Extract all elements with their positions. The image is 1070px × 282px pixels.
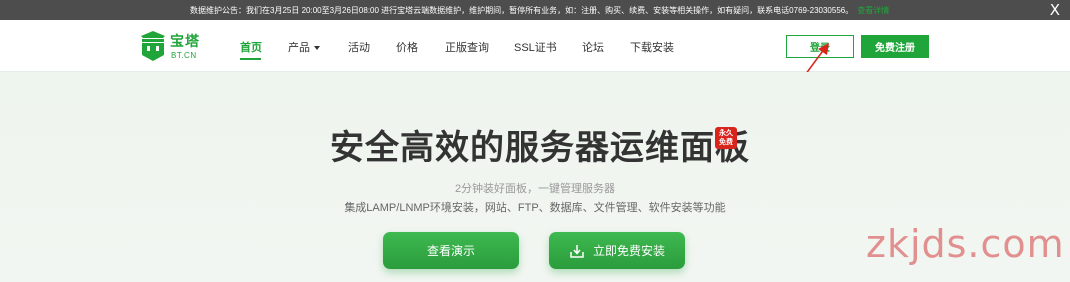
site-watermark: zkjds.com xyxy=(866,222,1065,266)
menu-item-products-label: 产品 xyxy=(288,42,310,54)
download-icon xyxy=(570,244,584,258)
free-forever-badge: 永久 免费 xyxy=(715,127,737,149)
maintenance-notice-bar: 数据维护公告：我们在3月25日 20:00至3月26日08:00 进行宝塔云端数… xyxy=(0,0,1070,20)
logo-name: 宝塔 xyxy=(170,33,200,49)
menu-item-ssl[interactable]: SSL证书 xyxy=(514,39,557,55)
active-menu-underline xyxy=(240,58,261,60)
badge-line-1: 永久 xyxy=(719,130,733,137)
logo-domain: BT.CN xyxy=(171,51,197,60)
badge-line-2: 免费 xyxy=(719,139,733,146)
menu-item-activities[interactable]: 活动 xyxy=(348,39,370,55)
chevron-down-icon xyxy=(314,46,320,51)
hero-title: 安全高效的服务器运维面板 xyxy=(330,129,750,167)
hero-subtitle-primary: 2分钟装好面板，一键管理服务器 xyxy=(454,183,616,195)
hero-subtitle-features: 集成LAMP/LNMP环境安装，网站、FTP、数据库、文件管理、软件安装等功能 xyxy=(344,202,726,214)
top-navigation: 宝塔 BT.CN 首页 产品 活动 价格 正版查询 SSL证书 论坛 下载安装 … xyxy=(0,20,1070,72)
menu-item-pricing[interactable]: 价格 xyxy=(396,39,418,55)
logo[interactable]: 宝塔 BT.CN xyxy=(139,29,203,65)
notice-details-link[interactable]: 查看详情 xyxy=(857,6,889,15)
menu-item-forum[interactable]: 论坛 xyxy=(582,39,604,55)
notice-close-button[interactable]: X xyxy=(1050,1,1060,19)
notice-text: 数据维护公告：我们在3月25日 20:00至3月26日08:00 进行宝塔云端数… xyxy=(190,5,889,16)
register-button[interactable]: 免费注册 xyxy=(861,35,929,58)
menu-item-download[interactable]: 下载安装 xyxy=(630,39,674,55)
free-install-label: 立即免费安装 xyxy=(592,244,665,258)
view-demo-button[interactable]: 查看演示 xyxy=(383,232,519,269)
notice-message: 数据维护公告：我们在3月25日 20:00至3月26日08:00 进行宝塔云端数… xyxy=(190,6,854,15)
pagoda-logo-icon xyxy=(141,31,165,61)
menu-item-license-check[interactable]: 正版查询 xyxy=(445,39,489,55)
free-install-button[interactable]: 立即免费安装 xyxy=(549,232,685,269)
menu-item-home[interactable]: 首页 xyxy=(240,39,262,55)
menu-item-products[interactable]: 产品 xyxy=(288,39,320,55)
